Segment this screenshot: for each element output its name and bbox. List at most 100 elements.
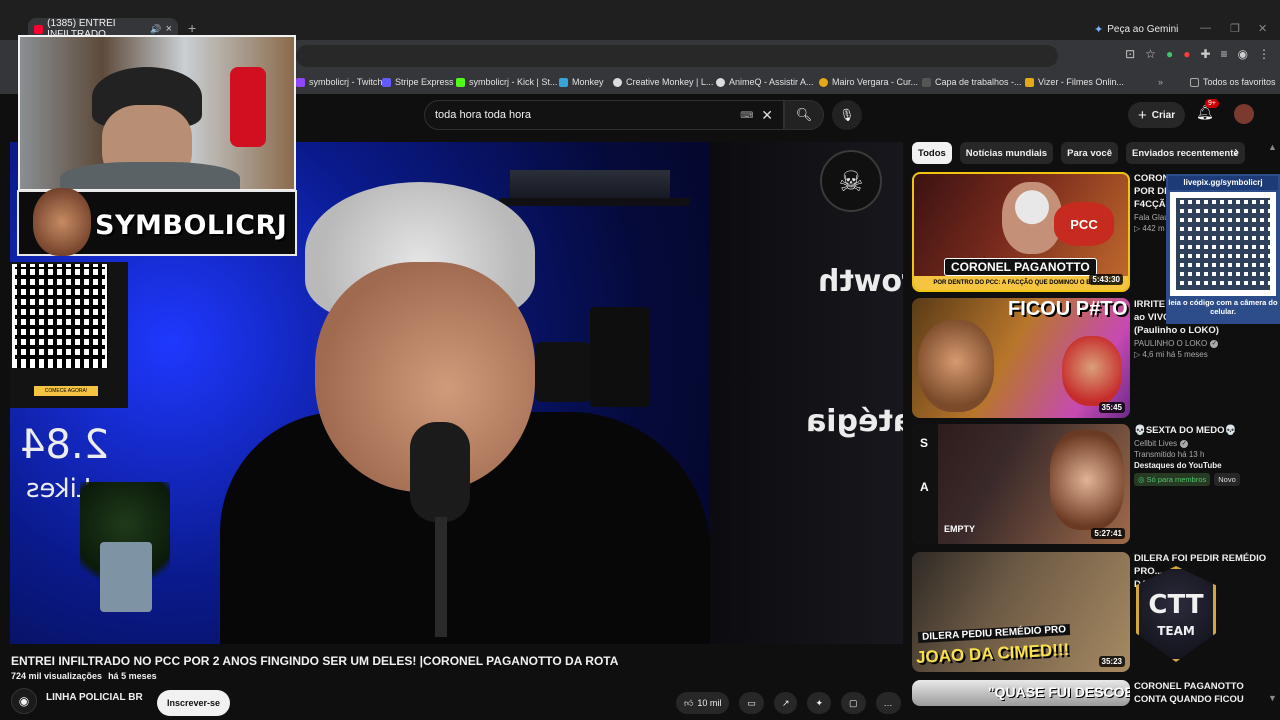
extension-green-icon[interactable]: ●: [1166, 47, 1173, 61]
video-title-line[interactable]: 💀SEXTA DO MEDO💀: [1134, 424, 1269, 437]
video-channel[interactable]: PAULINHO O LOKO ✓: [1134, 339, 1269, 348]
channel-name[interactable]: LINHA POLICIAL BR: [46, 692, 143, 703]
streamer-namebar: SYMBOLICRJ: [17, 188, 297, 256]
globe-icon: [613, 77, 622, 87]
streamer-name: SYMBOLICRJ: [95, 210, 288, 241]
save-button[interactable]: ▢: [841, 692, 866, 714]
share-icon: ↗: [781, 697, 790, 708]
qr-right-header: livepix.gg/symbolicrj: [1168, 176, 1278, 190]
extensions-puzzle-icon[interactable]: ✚: [1200, 47, 1210, 61]
bookmark-label: Mairo Vergara - Cur...: [832, 77, 919, 87]
bookmark-item[interactable]: Mairo Vergara - Cur...: [819, 77, 918, 87]
livepix-qr-overlay: livepix.gg/symbolicrj leia o código com …: [1166, 174, 1280, 324]
notifications-button[interactable]: 🔔︎ 9+: [1196, 99, 1219, 121]
profile-icon[interactable]: ◉: [1238, 47, 1248, 61]
video-badges: ◎ Só para membros Novo: [1134, 473, 1269, 486]
bookmark-item[interactable]: Capa de trabalhos -...: [922, 77, 1022, 87]
video-title-line[interactable]: (Paulinho o LOKO): [1134, 324, 1269, 337]
channel-avatar[interactable]: ◉: [11, 688, 37, 714]
video-thumbnail[interactable]: S A EMPTY 5:27:41: [912, 424, 1130, 544]
verified-icon: ✓: [1210, 339, 1219, 348]
thanks-button[interactable]: ✦: [807, 692, 832, 714]
mirrored-sign-1: rowth: [818, 264, 903, 299]
video-thumbnail[interactable]: PCC CORONEL PAGANOTTO POR DENTRO DO PCC:…: [912, 172, 1130, 292]
channel-logo-icon: ◉: [18, 694, 30, 708]
bookmark-label: Monkey: [572, 77, 604, 87]
address-bar[interactable]: [296, 45, 1058, 67]
bookmarks-overflow-icon[interactable]: »: [1158, 77, 1163, 87]
gemini-button[interactable]: ✦ Peça ao Gemini: [1094, 23, 1178, 36]
subscribe-button[interactable]: Inscrever-se: [157, 690, 230, 716]
like-button[interactable]: 👍︎ 10 mil: [676, 692, 730, 714]
thumbnail-letter: A: [920, 480, 929, 494]
bookmark-label: symbolicrj - Twitch: [309, 77, 383, 87]
streamer-webcam: [18, 35, 296, 191]
save-icon: ▢: [849, 697, 858, 708]
bookmark-item[interactable]: AnimeQ - Assistir A...: [716, 77, 814, 87]
extension-red-icon[interactable]: ●: [1183, 47, 1190, 61]
thumbnail-caption: JOAO DA CIMED!!!: [915, 640, 1070, 667]
search-value: toda hora toda hora: [435, 109, 532, 121]
media-control-icon[interactable]: ≡: [1221, 47, 1228, 61]
menu-dots-icon[interactable]: ⋮: [1258, 47, 1270, 61]
maximize-icon[interactable]: ❐: [1230, 22, 1240, 35]
account-avatar[interactable]: [1234, 104, 1254, 124]
bookmark-item[interactable]: symbolicrj - Kick | St...: [456, 77, 557, 87]
qr-code-left: COMECE AGORA!: [10, 262, 128, 408]
notifications-badge: 9+: [1205, 99, 1219, 108]
speaker-icon[interactable]: 🔊: [150, 24, 161, 35]
video-thumbnail[interactable]: FICOU P#TO 35:45: [912, 298, 1130, 418]
scroll-down-icon[interactable]: ▼: [1268, 693, 1277, 703]
video-info: CORONEL PAGANOTTO CONTA QUANDO FICOU: [1134, 680, 1269, 706]
video-thumbnail[interactable]: DILERA PEDIU REMÉDIO PRO JOAO DA CIMED!!…: [912, 552, 1130, 672]
bookmark-item[interactable]: symbolicrj - Twitch: [296, 77, 382, 87]
all-bookmarks-folder[interactable]: Todos os favoritos: [1190, 77, 1276, 87]
youtube-favicon-icon: [34, 24, 44, 34]
voice-search-button[interactable]: 🎙︎: [832, 100, 862, 130]
video-duration: 35:23: [1098, 656, 1125, 667]
share-button[interactable]: ↗: [773, 692, 798, 714]
chip-enviados[interactable]: Enviados recentemente: [1126, 142, 1245, 164]
new-tab-icon[interactable]: +: [188, 20, 196, 36]
bookmark-item[interactable]: Creative Monkey | L...: [613, 77, 713, 87]
bookmark-item[interactable]: Monkey: [559, 77, 604, 87]
thumbnail-face: [1050, 430, 1124, 530]
video-channel[interactable]: Cellbit Lives ✓: [1134, 439, 1269, 448]
scroll-up-icon[interactable]: ▲: [1268, 142, 1277, 152]
bookmark-item[interactable]: Vizer - Filmes Onlin...: [1025, 77, 1124, 87]
minimize-icon[interactable]: —: [1200, 22, 1211, 34]
thumbnail-face: [1062, 336, 1122, 406]
folder-icon: [1190, 77, 1199, 87]
members-only-badge: ◎ Só para membros: [1134, 473, 1211, 486]
chip-para-voce[interactable]: Para você: [1061, 142, 1119, 164]
close-window-icon[interactable]: ✕: [1258, 22, 1267, 35]
clear-search-icon[interactable]: ✕: [761, 107, 773, 124]
close-tab-icon[interactable]: ×: [166, 23, 172, 35]
video-thumbnail[interactable]: "QUASE FUI DESCOBERTO: [912, 680, 1130, 706]
chip-noticias[interactable]: Notícias mundiais: [959, 142, 1054, 164]
bookmark-star-icon[interactable]: ☆: [1145, 47, 1156, 61]
recommendation-card[interactable]: "QUASE FUI DESCOBERTO CORONEL PAGANOTTO …: [912, 680, 1272, 720]
microphone-pole: [435, 517, 447, 637]
video-title-line[interactable]: CORONEL PAGANOTTO: [1134, 680, 1269, 693]
more-button[interactable]: …: [875, 692, 901, 714]
chip-todos[interactable]: Todos: [912, 142, 952, 164]
search-button[interactable]: 🔍︎: [784, 100, 824, 130]
background-wall: [710, 142, 903, 644]
video-meta: 724 mil visualizações há 5 meses: [11, 671, 157, 681]
mirrored-likes-number: 2.84: [20, 422, 110, 468]
bookmark-label: symbolicrj - Kick | St...: [469, 77, 558, 87]
install-app-icon[interactable]: ⊡: [1125, 47, 1135, 61]
create-button[interactable]: + Criar: [1128, 102, 1186, 128]
search-input[interactable]: toda hora toda hora ⌨ ✕: [424, 100, 784, 130]
video-title-line[interactable]: CONTA QUANDO FICOU: [1134, 693, 1269, 706]
comment-button[interactable]: ▭: [739, 692, 764, 714]
recommendation-card[interactable]: S A EMPTY 5:27:41 💀SEXTA DO MEDO💀 Cellbi…: [912, 424, 1272, 546]
chevron-right-icon[interactable]: ›: [1234, 143, 1239, 160]
keyboard-icon[interactable]: ⌨: [740, 110, 753, 121]
bookmark-label: AnimeQ - Assistir A...: [729, 77, 814, 87]
kick-icon: [456, 77, 465, 87]
qr-pattern: [1176, 198, 1270, 290]
bookmark-item[interactable]: Stripe Express: [382, 77, 454, 87]
toolbar-icons: ⊡ ☆ ● ● ✚ ≡ ◉ ⋮: [1125, 47, 1270, 61]
